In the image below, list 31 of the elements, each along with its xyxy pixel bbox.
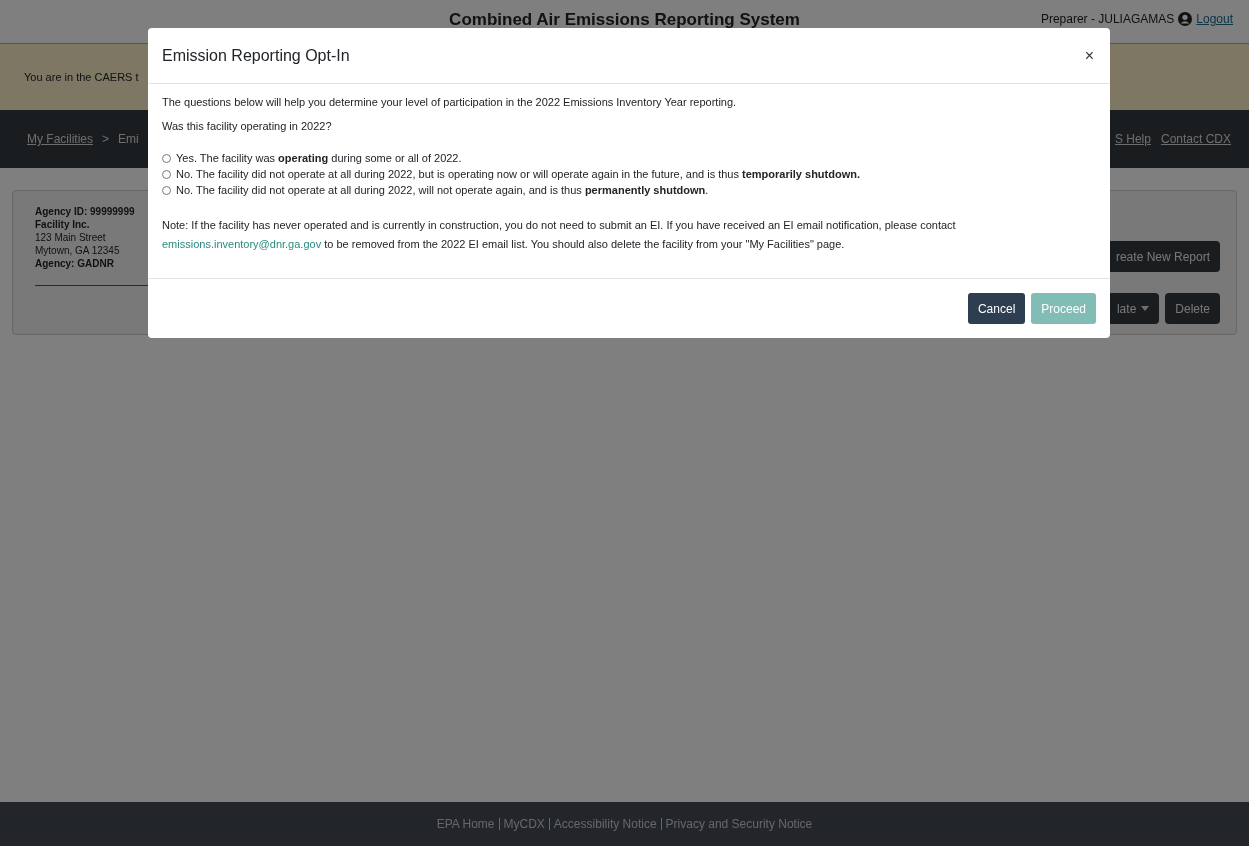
logout-link[interactable]: Logout: [1196, 12, 1233, 26]
option-label[interactable]: No. The facility did not operate at all during 2022, but is operating now or will operate again in the future, and is thus temporarily shutdown.: [176, 168, 860, 180]
close-button[interactable]: ×: [1082, 46, 1096, 65]
agency-id: Agency ID: 99999999: [35, 205, 136, 218]
note-text: Note: If the facility has never operated and is currently in construction, you do not need to submit an EI. If you have received an EI email notification, please contact emissions.inventory@dnr.ga.gov to be removed from the 2022 EI email list. You should also delete the facility from your "My Facilities" page.: [162, 218, 957, 252]
cancel-button[interactable]: Cancel: [967, 293, 1026, 324]
facility-agency: Agency: GADNR: [35, 257, 115, 270]
nav-link[interactable]: S Help: [1114, 132, 1151, 146]
user-icon: [1178, 12, 1193, 26]
footer-link[interactable]: MyCDX: [503, 817, 545, 831]
footer-link[interactable]: Privacy and Security Notice: [665, 817, 813, 831]
site-title: Combined Air Emissions Reporting System: [449, 9, 800, 30]
footer-link[interactable]: Accessibility Notice: [553, 817, 657, 831]
breadcrumb-separator: >: [102, 132, 110, 146]
caret-icon: [1141, 306, 1150, 311]
intro-text: The questions below will help you determine your level of participation in the 2022 Emissions Inventory Year reporting.: [162, 96, 738, 108]
facility-name: Facility Inc.: [35, 218, 91, 231]
breadcrumb-link[interactable]: My Facilities: [27, 132, 93, 146]
question-text: Was this facility operating in 2022?: [162, 120, 333, 132]
facility-street: 123 Main Street: [35, 231, 107, 244]
facility-city: Mytown, GA 12345: [35, 244, 121, 257]
nav-link[interactable]: Contact CDX: [1160, 132, 1231, 146]
banner-text: You are in the CAERS t: [24, 71, 139, 83]
user-role: Preparer - JULIAGAMAS: [1040, 12, 1175, 26]
footer-link[interactable]: EPA Home: [436, 817, 495, 831]
delete-button[interactable]: Delete: [1165, 293, 1220, 324]
breadcrumb-text: Emi: [118, 132, 139, 146]
option-label[interactable]: Yes. The facility was operating during some or all of 2022.: [176, 152, 462, 164]
dialog-title: Emission Reporting Opt-In: [162, 46, 350, 65]
option-label[interactable]: No. The facility did not operate at all during 2022, will not operate again, and is thus permanently shutdown.: [176, 184, 709, 196]
email-link[interactable]: emissions.inventory@dnr.ga.gov: [162, 238, 322, 250]
